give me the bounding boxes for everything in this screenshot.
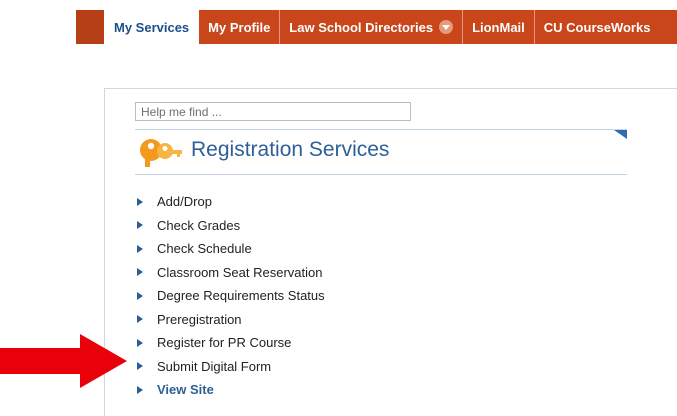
link-label: Preregistration xyxy=(157,311,242,327)
link-label: Register for PR Course xyxy=(157,335,292,351)
services-link-list: Add/Drop Check Grades Check Schedule Cla… xyxy=(135,190,325,402)
link-label: Degree Requirements Status xyxy=(157,288,325,304)
chevron-down-icon[interactable] xyxy=(439,20,454,34)
tab-cu-courseworks[interactable]: CU CourseWorks xyxy=(535,10,660,44)
link-check-schedule[interactable]: Check Schedule xyxy=(135,237,325,261)
section-title: Registration Services xyxy=(191,138,390,161)
tab-label: Law School Directories xyxy=(289,19,434,35)
corner-triangle-icon xyxy=(614,130,627,139)
link-label: Check Grades xyxy=(157,217,241,233)
nav-left-edge xyxy=(76,10,104,44)
link-view-site[interactable]: View Site xyxy=(135,378,325,402)
search-input[interactable] xyxy=(135,102,411,121)
section-header: Registration Services xyxy=(135,129,627,175)
keys-icon xyxy=(140,139,182,167)
tab-my-services[interactable]: My Services xyxy=(104,10,200,44)
link-submit-digital-form[interactable]: Submit Digital Form xyxy=(135,355,325,379)
triangle-right-icon xyxy=(137,197,143,206)
link-preregistration[interactable]: Preregistration xyxy=(135,308,325,332)
tab-label: My Services xyxy=(114,19,190,35)
tab-lionmail[interactable]: LionMail xyxy=(463,10,535,44)
link-degree-requirements-status[interactable]: Degree Requirements Status xyxy=(135,284,325,308)
link-check-grades[interactable]: Check Grades xyxy=(135,214,325,238)
tab-label: LionMail xyxy=(472,19,525,35)
link-classroom-seat-reservation[interactable]: Classroom Seat Reservation xyxy=(135,261,325,285)
tab-label: My Profile xyxy=(208,19,271,35)
top-navigation: My Services My Profile Law School Direct… xyxy=(76,10,677,44)
tab-my-profile[interactable]: My Profile xyxy=(199,10,281,44)
triangle-right-icon xyxy=(137,268,143,277)
red-arrow-icon xyxy=(0,334,127,388)
link-label: Check Schedule xyxy=(157,241,252,257)
tab-law-school-directories[interactable]: Law School Directories xyxy=(280,10,464,44)
triangle-right-icon xyxy=(137,338,143,347)
link-label: Add/Drop xyxy=(157,194,212,210)
link-register-for-pr-course[interactable]: Register for PR Course xyxy=(135,331,325,355)
triangle-right-icon xyxy=(137,315,143,324)
link-label: Classroom Seat Reservation xyxy=(157,264,323,280)
triangle-right-icon xyxy=(137,244,143,253)
link-label: View Site xyxy=(157,382,214,398)
triangle-right-icon xyxy=(137,291,143,300)
triangle-right-icon xyxy=(137,385,143,394)
tab-label: CU CourseWorks xyxy=(543,19,651,35)
services-panel: Registration Services Add/Drop Check Gra… xyxy=(104,88,677,416)
triangle-right-icon xyxy=(137,221,143,230)
link-add-drop[interactable]: Add/Drop xyxy=(135,190,325,214)
link-label: Submit Digital Form xyxy=(157,358,272,374)
triangle-right-icon xyxy=(137,362,143,371)
